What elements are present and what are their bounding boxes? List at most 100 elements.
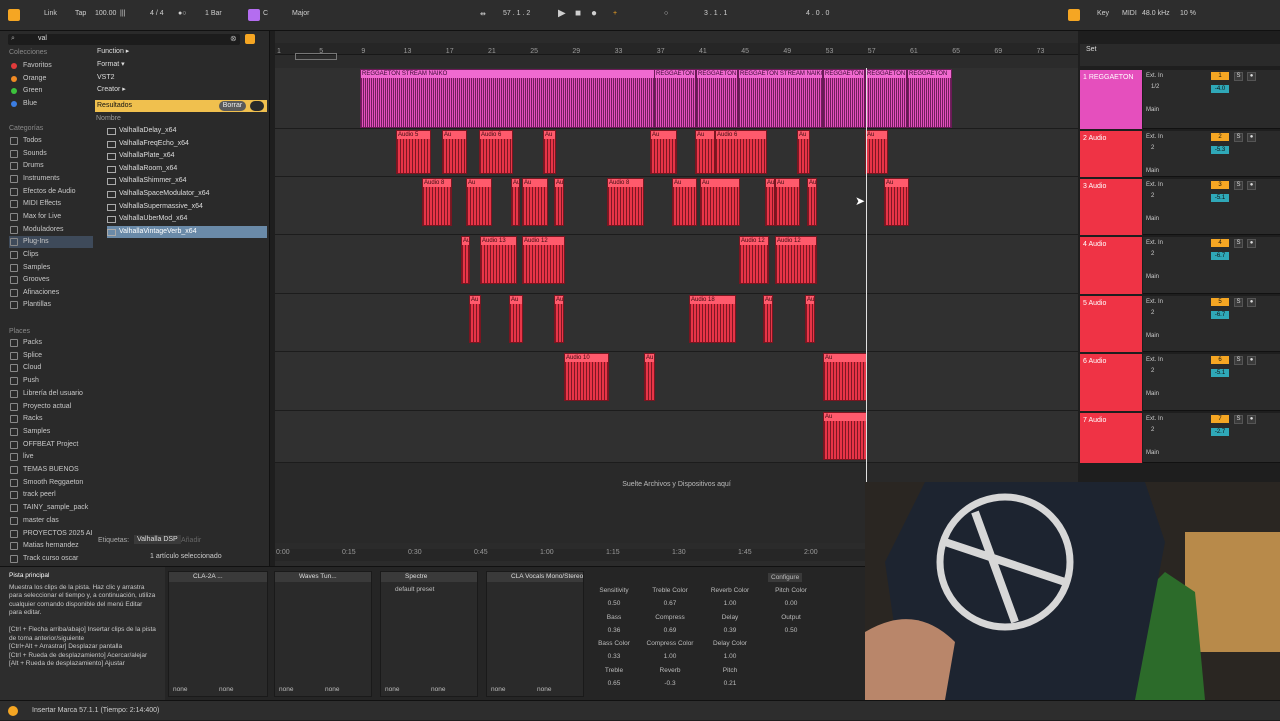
result-item[interactable]: ValhallaRoom_x64 xyxy=(107,163,267,175)
loop-icon[interactable]: ○ xyxy=(664,10,668,17)
audio-clip[interactable]: Au xyxy=(672,178,697,226)
audio-clip[interactable]: REGGAETON xyxy=(865,69,907,128)
audio-clip[interactable]: Au xyxy=(509,295,523,343)
track-lane[interactable] xyxy=(275,352,1078,411)
place-item[interactable]: TEMAS BUENOS xyxy=(9,464,93,476)
audio-clip[interactable]: Au xyxy=(554,178,564,226)
macro-value[interactable]: 1.00 xyxy=(700,653,760,660)
category-item[interactable]: Sounds xyxy=(9,148,93,160)
audio-clip[interactable]: Au xyxy=(884,178,909,226)
audio-clip[interactable]: REGGAETON STREAM NAIKO xyxy=(360,69,655,128)
sidechain-select[interactable]: none xyxy=(385,686,399,693)
audio-clip[interactable]: Audio 8 xyxy=(422,178,452,226)
track-lane[interactable] xyxy=(275,294,1078,352)
audio-clip[interactable]: Audio 18 xyxy=(689,295,736,343)
audio-clip[interactable]: Au xyxy=(554,295,564,343)
audio-clip[interactable]: Audio 8 xyxy=(607,178,644,226)
category-item[interactable]: Plantillas xyxy=(9,299,93,311)
audio-clip[interactable]: Audio 12 xyxy=(739,236,769,284)
track-activator[interactable]: 6 xyxy=(1211,356,1229,364)
channel-select[interactable]: 2 xyxy=(1151,144,1154,152)
channel-select[interactable]: 2 xyxy=(1151,367,1154,375)
category-item[interactable]: Efectos de Audio xyxy=(9,186,93,198)
arm-button[interactable]: ● xyxy=(1247,239,1256,248)
track-activator[interactable]: 1 xyxy=(1211,72,1229,80)
set-label[interactable]: Set xyxy=(1086,46,1097,53)
device-title[interactable]: CLA Vocals Mono/Stereo xyxy=(487,572,583,582)
key-button[interactable]: Key xyxy=(1097,10,1109,17)
audio-clip[interactable]: Audio 12 xyxy=(522,236,565,284)
audio-clip[interactable]: Au xyxy=(823,353,867,401)
volume-field[interactable]: -5.3 xyxy=(1211,146,1229,154)
result-item[interactable]: ValhallaUberMod_x64 xyxy=(107,213,267,225)
place-item[interactable]: OFFBEAT Project xyxy=(9,439,93,451)
follow-icon[interactable]: ⇹ xyxy=(480,10,486,18)
volume-field[interactable]: -4.0 xyxy=(1211,85,1229,93)
macro-value[interactable]: 0.36 xyxy=(584,627,644,634)
category-item[interactable]: MIDI Effects xyxy=(9,198,93,210)
info-icon[interactable] xyxy=(8,706,18,716)
place-item[interactable]: Librería del usuario xyxy=(9,388,93,400)
loop-start-field[interactable]: 3 . 1 . 1 xyxy=(704,10,727,17)
view-toggle-icon[interactable] xyxy=(8,9,20,21)
audio-clip[interactable]: Audio 10 xyxy=(564,353,609,401)
result-item[interactable]: ValhallaSpaceModulator_x64 xyxy=(107,188,267,200)
solo-button[interactable]: S xyxy=(1234,239,1243,248)
audio-clip[interactable]: Au xyxy=(797,130,810,174)
result-item[interactable]: ValhallaVintageVerb_x64 xyxy=(107,225,267,238)
result-item[interactable]: ValhallaSupermassive_x64 xyxy=(107,201,267,213)
stop-icon[interactable]: ■ xyxy=(575,8,581,19)
track-name[interactable]: 5 Audio xyxy=(1080,296,1142,352)
filter-item[interactable]: Format ▾ xyxy=(97,59,125,71)
input-select[interactable]: Ext. In xyxy=(1146,72,1163,80)
track-activator[interactable]: 5 xyxy=(1211,298,1229,306)
track-name[interactable]: 6 Audio xyxy=(1080,354,1142,411)
sidechain-select[interactable]: none xyxy=(279,686,293,693)
output-select[interactable]: Main xyxy=(1146,167,1159,175)
output-select[interactable]: Main xyxy=(1146,273,1159,281)
audio-clip[interactable]: Audio 6 xyxy=(479,130,513,174)
place-item[interactable]: Cloud xyxy=(9,362,93,374)
preset-select[interactable]: default preset xyxy=(395,586,434,593)
audio-clip[interactable]: Au xyxy=(807,178,817,226)
audio-clip[interactable]: Au xyxy=(466,178,492,226)
position-field[interactable]: 57 . 1 . 2 xyxy=(503,10,530,17)
arm-button[interactable]: ● xyxy=(1247,356,1256,365)
play-icon[interactable]: ▶ xyxy=(558,8,566,19)
track-name[interactable]: 2 Audio xyxy=(1080,131,1142,177)
input-select[interactable]: Ext. In xyxy=(1146,181,1163,189)
macro-value[interactable]: 0.21 xyxy=(700,680,760,687)
channel-select[interactable]: 2 xyxy=(1151,309,1154,317)
place-item[interactable]: Smooth Reggaeton xyxy=(9,477,93,489)
audio-clip[interactable]: Au xyxy=(644,353,655,401)
category-item[interactable]: Grooves xyxy=(9,274,93,286)
collection-item[interactable]: Blue xyxy=(9,98,93,110)
channel-select[interactable]: 2 xyxy=(1151,250,1154,258)
search-input[interactable]: val xyxy=(38,35,47,42)
audio-clip[interactable]: Audio 12 xyxy=(775,236,817,284)
channel-select[interactable]: 2 xyxy=(1151,192,1154,200)
output-select[interactable]: Main xyxy=(1146,106,1159,114)
track-activator[interactable]: 3 xyxy=(1211,181,1229,189)
collection-item[interactable]: Orange xyxy=(9,73,93,85)
arm-button[interactable]: ● xyxy=(1247,415,1256,424)
tempo-field[interactable]: 100.00 xyxy=(95,10,116,17)
loop-brace[interactable] xyxy=(295,53,337,60)
place-item[interactable]: PROYECTOS 2025 AI xyxy=(9,528,93,540)
add-tag-button[interactable]: Añadir xyxy=(181,537,201,544)
device-title[interactable]: Waves Tun... xyxy=(275,572,371,582)
overdub-icon[interactable]: + xyxy=(613,10,617,17)
macro-value[interactable]: 1.00 xyxy=(700,600,760,607)
tap-button[interactable]: Tap xyxy=(75,10,86,17)
arm-button[interactable]: ● xyxy=(1247,72,1256,81)
record-icon[interactable]: ● xyxy=(591,8,597,19)
audio-clip[interactable]: Au xyxy=(775,178,800,226)
sidechain-select[interactable]: none xyxy=(325,686,339,693)
arm-button[interactable]: ● xyxy=(1247,298,1256,307)
output-select[interactable]: Main xyxy=(1146,390,1159,398)
macro-value[interactable]: 0.33 xyxy=(584,653,644,660)
output-select[interactable]: Main xyxy=(1146,215,1159,223)
result-item[interactable]: ValhallaFreqEcho_x64 xyxy=(107,138,267,150)
link-button[interactable]: Link xyxy=(44,10,57,17)
place-item[interactable]: Samples xyxy=(9,426,93,438)
